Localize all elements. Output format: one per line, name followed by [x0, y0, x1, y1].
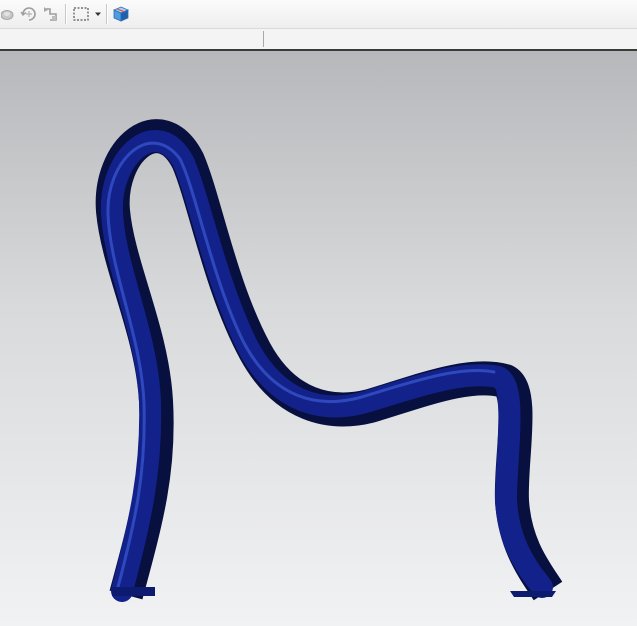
selection-box-button[interactable] [70, 3, 92, 25]
pan-view-icon [44, 7, 57, 21]
toolbar-separator [65, 4, 67, 24]
toolbar [0, 0, 637, 29]
status-pane-left [0, 29, 263, 49]
3d-view-cube-icon [112, 6, 130, 22]
toolbar-separator [106, 4, 108, 24]
selection-box-icon [73, 7, 89, 21]
cad-application-window [0, 0, 637, 626]
rotate-view-icon [20, 7, 36, 21]
tube-end-left [112, 587, 155, 596]
tube-main-surface [100, 130, 553, 602]
selection-dropdown-button[interactable] [93, 3, 103, 25]
dropdown-arrow-icon [95, 12, 101, 16]
pan-view-button[interactable] [41, 3, 61, 25]
chair-tube-model[interactable] [0, 51, 637, 626]
3d-viewport[interactable] [0, 51, 637, 626]
3d-view-cube-button[interactable] [110, 3, 132, 25]
rotate-view-button[interactable] [19, 3, 39, 25]
status-bar [0, 29, 637, 51]
shaded-view-button[interactable] [0, 3, 18, 25]
tube-end-right [510, 591, 556, 597]
shaded-view-icon [1, 10, 14, 20]
status-pane-right [264, 29, 637, 49]
